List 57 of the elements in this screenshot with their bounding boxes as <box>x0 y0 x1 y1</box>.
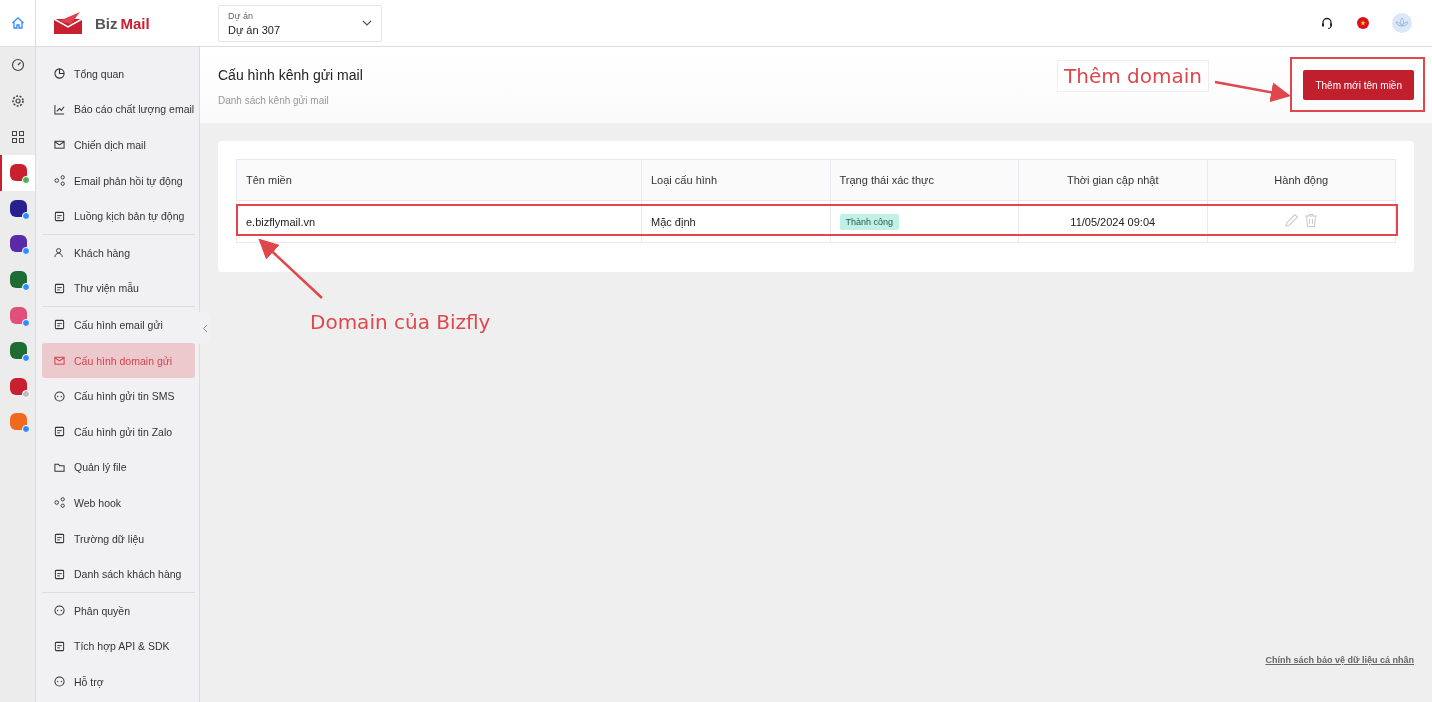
chart-icon <box>54 103 65 115</box>
mailbox-icon <box>54 139 65 151</box>
app-switcher-item[interactable] <box>0 155 35 191</box>
chevron-left-icon <box>202 323 208 333</box>
brand-name: Biz Mail <box>95 14 150 32</box>
list-icon <box>54 568 65 580</box>
annotation-label: Thêm domain <box>1057 60 1209 92</box>
sidebar-item[interactable]: Phân quyền <box>42 592 195 629</box>
column-header: Loại cấu hình <box>641 159 830 201</box>
nodes-icon <box>54 175 65 187</box>
sidebar-item[interactable]: Cấu hình gửi tin SMS <box>42 378 195 414</box>
settings-icon[interactable] <box>10 94 25 108</box>
flag-icon[interactable] <box>1356 16 1370 30</box>
envelope-logo-icon <box>53 11 83 35</box>
grid-icon[interactable] <box>10 130 25 144</box>
collapse-handle[interactable] <box>199 312 211 344</box>
project-select[interactable]: Dự án Dự án 307 <box>218 4 382 42</box>
headset-icon[interactable] <box>1320 16 1334 30</box>
table-cell: 11/05/2024 09:04 <box>1018 200 1207 243</box>
privacy-policy-link[interactable]: Chính sách bảo vệ dữ liệu cá nhân <box>1265 655 1414 665</box>
sidebar-item[interactable]: Quản lý file <box>42 449 195 486</box>
status-badge: Thành công <box>839 213 900 230</box>
page-title: Cấu hình kênh gửi mail <box>218 67 363 83</box>
annotation-arrow <box>258 238 323 299</box>
table-cell: e.bizflymail.vn <box>236 200 642 243</box>
people-icon <box>54 247 65 259</box>
sidebar-item[interactable]: Cấu hình email gửi <box>42 307 195 343</box>
sidebar-item[interactable]: Thư viện mẫu <box>42 270 195 307</box>
sidebar-item[interactable]: Luồng kịch bản tự động <box>42 198 195 234</box>
form-icon <box>54 533 65 544</box>
column-header: Tên miền <box>236 159 642 201</box>
column-header: Trạng thái xác thực <box>830 159 1019 201</box>
pie-icon <box>54 68 65 80</box>
column-header: Thời gian cập nhật <box>1018 159 1207 201</box>
sidebar-item[interactable]: Trường dữ liệu <box>42 520 195 557</box>
sidebar-item[interactable]: Web hook <box>42 485 195 521</box>
home-icon <box>10 16 25 30</box>
folder-icon <box>54 461 65 473</box>
chat-icon <box>54 390 65 402</box>
annotation-label: Domain của Bizfly <box>310 310 491 334</box>
doc-icon <box>54 282 65 294</box>
sidebar-item[interactable]: Tích hợp API & SDK <box>42 628 195 665</box>
sidebar-item[interactable]: Chiến dịch mail <box>42 127 195 163</box>
column-header: Hành động <box>1207 159 1396 201</box>
sidebar-item[interactable]: Hỗ trợ <box>42 664 195 700</box>
sidebar-item[interactable]: Cấu hình gửi tin Zalo <box>42 413 195 450</box>
gauge-icon[interactable] <box>10 58 25 72</box>
sidebar-item[interactable]: Tổng quan <box>42 56 195 92</box>
chevron-down-icon <box>362 20 372 26</box>
add-domain-button[interactable]: Thêm mới tên miền <box>1303 70 1414 100</box>
table-cell: Mặc định <box>641 200 830 243</box>
page-subtitle: Danh sách kênh gửi mail <box>218 95 330 106</box>
sidebar-item[interactable]: Khách hàng <box>42 234 195 271</box>
sidebar-item[interactable]: Email phản hồi tự động <box>42 162 195 199</box>
sidebar-item[interactable]: Danh sách khách hàng <box>42 556 195 592</box>
mail-icon <box>54 355 65 367</box>
sidebar-item[interactable]: Báo cáo chất lượng email <box>42 91 195 128</box>
